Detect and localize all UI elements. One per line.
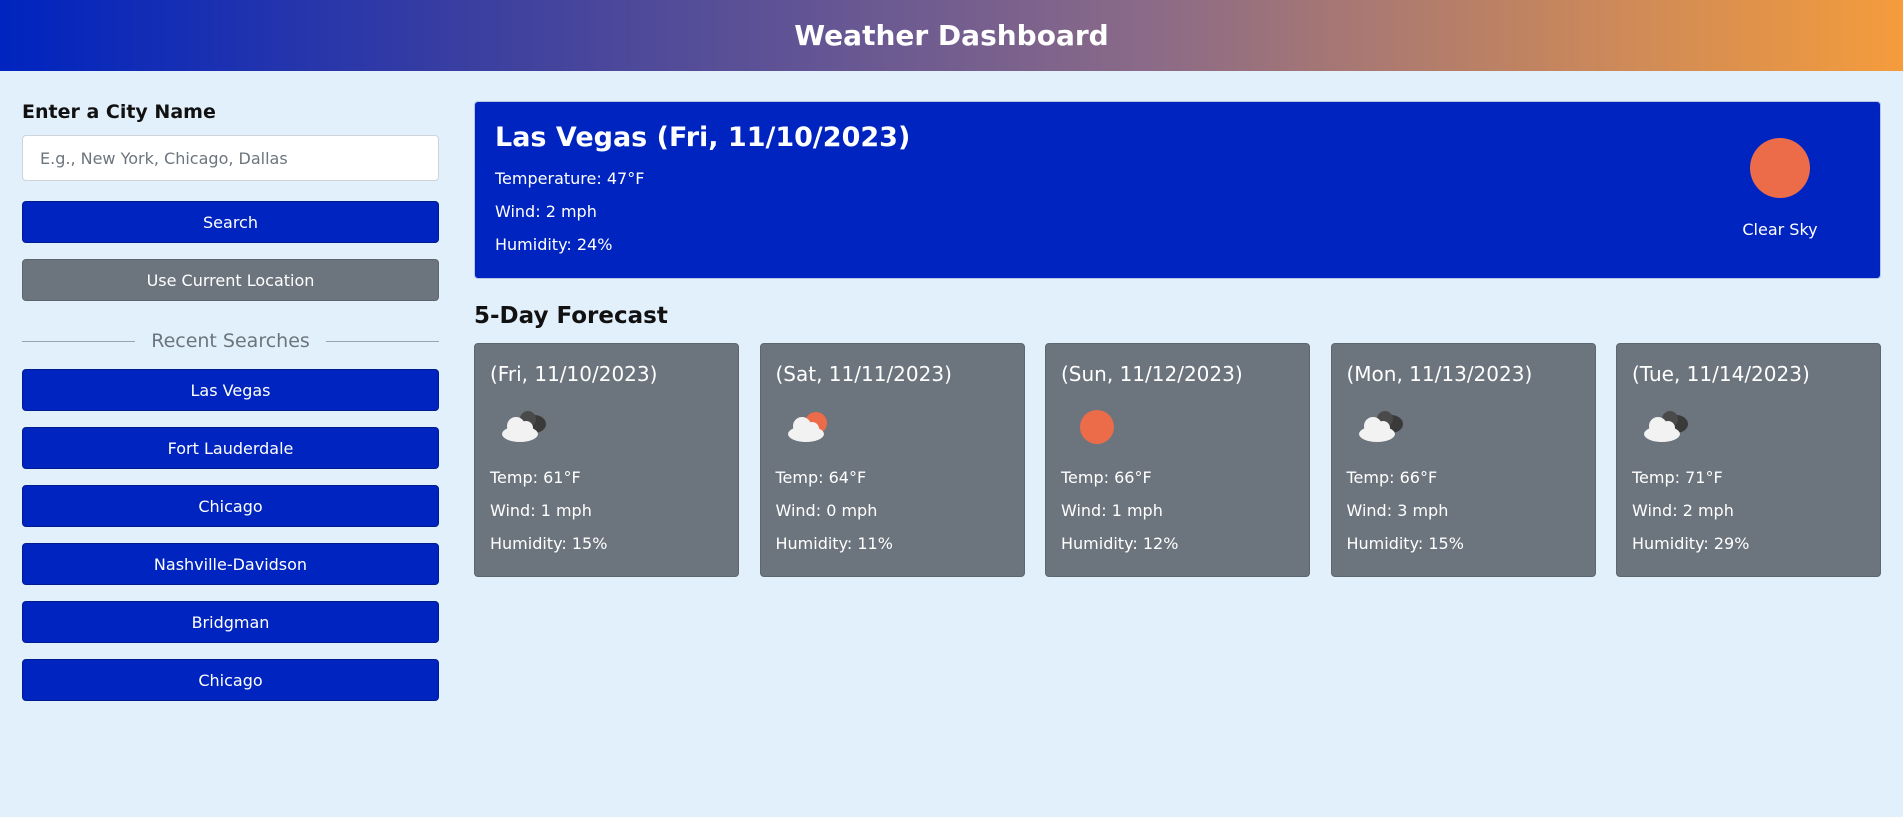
current-wind: Wind: 2 mph [495,202,597,221]
city-input-heading: Enter a City Name [22,101,216,123]
forecast-card: (Sat, 11/11/2023) Temp: 64°F Wind: 0 mph… [759,343,1025,577]
recent-search-button[interactable]: Fort Lauderdale [22,427,439,469]
forecast-card: (Tue, 11/14/2023) Temp: 71°F Wind: 2 mph… [1616,343,1881,577]
forecast-wind: Wind: 2 mph [1632,501,1734,520]
current-condition-description: Clear Sky [1742,220,1818,239]
forecast-temp: Temp: 64°F [775,468,867,487]
forecast-humidity: Humidity: 12% [1061,534,1179,553]
forecast-humidity: Humidity: 11% [775,534,893,553]
divider-line-left [22,340,136,342]
city-search-input[interactable]: E.g., New York, Chicago, Dallas [22,135,439,181]
city-search-placeholder: E.g., New York, Chicago, Dallas [40,148,288,168]
forecast-wind: Wind: 1 mph [490,501,592,520]
divider-line-right [325,340,440,342]
few-clouds-icon [776,404,846,450]
recent-search-button[interactable]: Bridgman [22,601,439,643]
layout: Enter a City Name E.g., New York, Chicag… [0,71,1903,717]
current-humidity: Humidity: 24% [495,235,613,254]
forecast-wind: Wind: 0 mph [775,501,878,520]
current-weather-card: Las Vegas (Fri, 11/10/2023) Temperature:… [474,101,1881,279]
broken-clouds-icon [1347,404,1417,450]
forecast-temp: Temp: 66°F [1061,468,1152,487]
forecast-wind: Wind: 1 mph [1061,501,1163,520]
recent-searches-list: Las Vegas Fort Lauderdale Chicago Nashvi… [22,369,439,701]
current-temperature: Temperature: 47°F [495,169,645,188]
broken-clouds-icon [490,404,560,450]
forecast-temp: Temp: 66°F [1346,468,1438,487]
recent-search-button[interactable]: Chicago [22,659,439,701]
sidebar: Enter a City Name E.g., New York, Chicag… [22,101,440,717]
forecast-card: (Sun, 11/12/2023) Temp: 66°F Wind: 1 mph… [1045,343,1310,577]
forecast-date: (Mon, 11/13/2023) [1346,362,1533,386]
forecast-card: (Fri, 11/10/2023) Temp: 61°F Wind: 1 mph… [474,343,739,577]
search-button[interactable]: Search [22,201,439,243]
forecast-heading: 5-Day Forecast [474,303,668,329]
forecast-humidity: Humidity: 15% [490,534,608,553]
recent-searches-heading: Recent Searches [151,330,310,352]
sun-icon [1061,404,1131,450]
current-weather-details: Las Vegas (Fri, 11/10/2023) Temperature:… [495,122,910,258]
broken-clouds-icon [1632,404,1702,450]
page-header: Weather Dashboard [0,0,1903,71]
forecast-humidity: Humidity: 15% [1346,534,1464,553]
sun-icon [1750,138,1810,198]
forecast-card: (Mon, 11/13/2023) Temp: 66°F Wind: 3 mph… [1330,343,1596,577]
current-city-title: Las Vegas (Fri, 11/10/2023) [495,122,911,153]
recent-searches-divider: Recent Searches [22,329,440,353]
use-current-location-button[interactable]: Use Current Location [22,259,439,301]
recent-search-button[interactable]: Las Vegas [22,369,439,411]
forecast-humidity: Humidity: 29% [1632,534,1750,553]
forecast-temp: Temp: 61°F [490,468,581,487]
forecast-date: (Sat, 11/11/2023) [775,362,952,386]
forecast-date: (Fri, 11/10/2023) [490,362,658,386]
forecast-list: (Fri, 11/10/2023) Temp: 61°F Wind: 1 mph… [474,343,1881,577]
forecast-date: (Sun, 11/12/2023) [1061,362,1243,386]
current-condition: Clear Sky [1700,122,1860,258]
recent-search-button[interactable]: Nashville-Davidson [22,543,439,585]
forecast-date: (Tue, 11/14/2023) [1632,362,1810,386]
recent-search-button[interactable]: Chicago [22,485,439,527]
page-title: Weather Dashboard [794,19,1109,52]
main-content: Las Vegas (Fri, 11/10/2023) Temperature:… [474,101,1881,717]
forecast-wind: Wind: 3 mph [1346,501,1449,520]
forecast-temp: Temp: 71°F [1632,468,1723,487]
